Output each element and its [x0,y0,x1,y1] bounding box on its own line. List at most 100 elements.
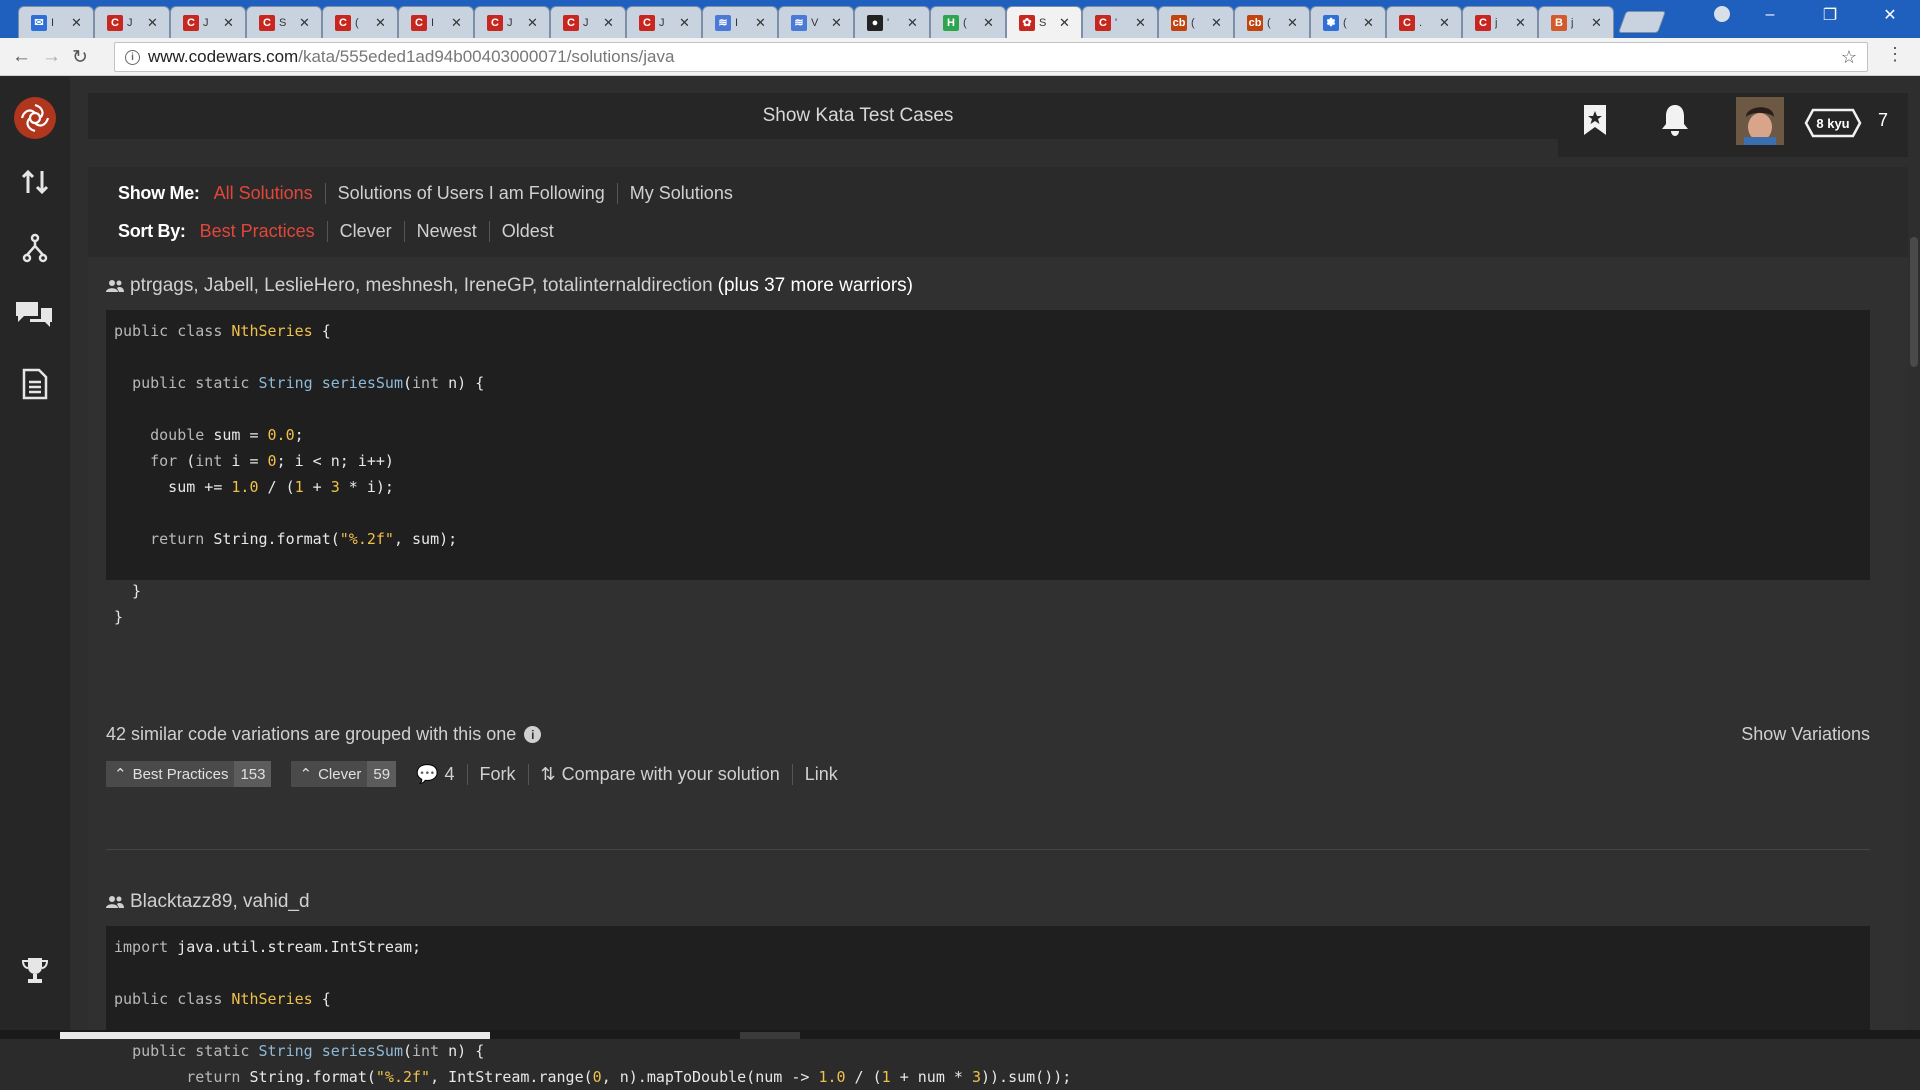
best-practices-count: 153 [234,761,272,787]
tab-title: I [51,16,55,29]
browser-tab[interactable]: C ' ✕ [1082,6,1158,38]
tab-close-icon[interactable]: ✕ [679,15,690,31]
browser-tab[interactable]: ✽ (✕ [1310,6,1386,38]
tab-close-icon[interactable]: ✕ [983,15,994,31]
bookmark-icon[interactable] [1582,103,1608,142]
filter-all-solutions[interactable]: All Solutions [214,183,325,204]
sort-newest[interactable]: Newest [403,221,489,242]
browser-tab[interactable]: C. ✕ [1386,6,1462,38]
tab-close-icon[interactable]: ✕ [1591,15,1602,31]
browser-tab[interactable]: cb (✕ [1234,6,1310,38]
code-block: import java.util.stream.IntStream; publi… [106,926,1870,1086]
author-names[interactable]: ptrgags, Jabell, LeslieHero, meshnesh, I… [130,275,713,297]
close-icon[interactable]: ✕ [1860,0,1920,30]
rank-badge[interactable]: 8 kyu [1804,108,1862,138]
tab-close-icon[interactable]: ✕ [527,15,538,31]
browser-tab[interactable]: ● ' ✕ [854,6,930,38]
clever-count: 59 [367,761,397,787]
browser-tab[interactable]: C J ✕ [170,6,246,38]
browser-tab[interactable]: ≋ V ✕ [778,6,854,38]
taskbar-strip [0,1030,1920,1039]
comments-count: 4 [444,763,455,784]
address-bar[interactable]: i www.codewars.com/kata/555eded1ad94b004… [114,42,1868,72]
tab-close-icon[interactable]: ✕ [755,15,766,31]
scrollbar[interactable] [1908,77,1920,1039]
tab-close-icon[interactable]: ✕ [603,15,614,31]
fork-icon[interactable] [18,231,52,265]
chat-icon[interactable] [14,297,54,331]
browser-tab[interactable]: Bj ✕ [1538,6,1614,38]
restore-icon[interactable]: ❐ [1800,0,1860,30]
tab-close-icon[interactable]: ✕ [1211,15,1222,31]
compare-button[interactable]: ⇅ Compare with your solution [527,763,792,785]
back-icon[interactable]: ← [12,46,31,68]
star-icon[interactable]: ☆ [1841,47,1857,68]
url-path: /kata/555eded1ad94b00403000071/solutions… [298,47,675,66]
bell-icon[interactable] [1660,103,1690,142]
avatar[interactable] [1736,97,1784,145]
codewars-icon: C [1399,14,1415,31]
tab-close-icon[interactable]: ✕ [375,15,386,31]
browser-tab[interactable]: C S ✕ [246,6,322,38]
tab-close-icon[interactable]: ✕ [1135,15,1146,31]
tab-title: J [507,16,513,29]
comments-button[interactable]: 💬 4 [416,764,466,785]
sort-best-practices[interactable]: Best Practices [200,221,327,242]
browser-tab[interactable]: cb (✕ [1158,6,1234,38]
trophy-icon[interactable] [18,953,52,987]
best-practices-vote-button[interactable]: ⌃ Best Practices 153 [106,761,272,787]
tab-close-icon[interactable]: ✕ [223,15,234,31]
browser-tab[interactable]: ✉ I ✕ [18,6,94,38]
info-icon[interactable]: i [125,49,140,65]
browser-tab[interactable]: ≋ I ✕ [702,6,778,38]
tab-close-icon[interactable]: ✕ [1515,15,1526,31]
tab-close-icon[interactable]: ✕ [1363,15,1374,31]
link-button[interactable]: Link [791,763,850,785]
codewars-icon: C [563,14,579,31]
new-tab-button[interactable] [1617,11,1667,33]
kata-practice-icon[interactable] [18,165,52,199]
scrollbar-thumb[interactable] [1910,237,1918,367]
browser-tab[interactable]: C J ✕ [474,6,550,38]
browser-tab[interactable]: C I ✕ [398,6,474,38]
sort-oldest[interactable]: Oldest [488,221,566,242]
code-block: public class NthSeries { public static S… [106,310,1870,626]
fork-button[interactable]: Fork [466,763,528,785]
sort-clever[interactable]: Clever [326,221,404,242]
tab-close-icon[interactable]: ✕ [907,15,918,31]
show-variations-link[interactable]: Show Variations [1741,724,1870,745]
browser-tab[interactable]: C J ✕ [94,6,170,38]
tab-close-icon[interactable]: ✕ [1439,15,1450,31]
solutions-list: ptrgags, Jabell, LeslieHero, meshnesh, I… [88,257,1908,1086]
profile-icon[interactable] [1714,6,1730,22]
tab-close-icon[interactable]: ✕ [299,15,310,31]
tab-close-icon[interactable]: ✕ [147,15,158,31]
codewars-logo-icon[interactable] [14,97,56,139]
filter-my-solutions[interactable]: My Solutions [616,183,745,204]
cb-icon: cb [1171,14,1187,31]
browser-tab[interactable]: C (✕ [322,6,398,38]
solution-actions: ⌃ Best Practices 153 ⌃ Clever 59 💬 4 Fork ⇅… [106,761,850,787]
minimize-icon[interactable]: – [1740,0,1800,30]
tab-close-icon[interactable]: ✕ [1287,15,1298,31]
reload-icon[interactable]: ↻ [72,46,88,69]
tab-close-icon[interactable]: ✕ [71,15,82,31]
solution-authors: Blacktazz89, vahid_d [106,891,310,913]
clever-vote-button[interactable]: ⌃ Clever 59 [291,761,397,787]
forward-icon[interactable]: → [42,46,61,68]
tab-close-icon[interactable]: ✕ [1059,15,1070,31]
info-icon[interactable]: i [524,726,542,743]
browser-tab[interactable]: H (✕ [930,6,1006,38]
tab-title: J [203,16,209,29]
browser-tab[interactable]: ✿ S ✕ [1006,6,1082,38]
browser-tab[interactable]: C J ✕ [550,6,626,38]
author-names[interactable]: Blacktazz89, vahid_d [130,891,310,913]
browser-tab[interactable]: Cj ✕ [1462,6,1538,38]
document-icon[interactable] [18,367,52,401]
show-test-cases-button[interactable]: Show Kata Test Cases [88,93,1628,139]
tab-close-icon[interactable]: ✕ [831,15,842,31]
browser-tab[interactable]: C J ✕ [626,6,702,38]
menu-icon[interactable]: ⋮ [1886,44,1904,65]
filter-following[interactable]: Solutions of Users I am Following [324,183,617,204]
tab-close-icon[interactable]: ✕ [451,15,462,31]
